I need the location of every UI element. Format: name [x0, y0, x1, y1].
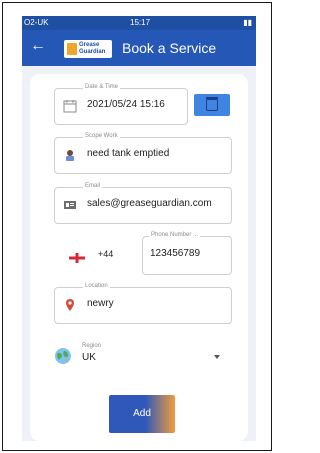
date-time-label: Date & Time: [83, 84, 121, 90]
phone-number-label: Phone Number ...: [149, 232, 201, 238]
app-bar: ← Grease Guardian Book a Service: [22, 30, 256, 66]
email-field[interactable]: Email sales@greaseguardian.com: [54, 183, 232, 224]
globe-icon: [54, 347, 72, 365]
phone-number-value: 123456789: [150, 248, 201, 259]
phone-country-code[interactable]: +44: [98, 249, 113, 259]
location-value: newry: [87, 298, 114, 309]
scope-work-value: need tank emptied: [87, 148, 170, 159]
region-select[interactable]: Region UK: [54, 343, 230, 373]
logo-line2: Guardian: [79, 49, 106, 55]
phone-number-field[interactable]: Phone Number ... 123456789: [142, 232, 232, 275]
chevron-down-icon: [214, 355, 220, 359]
date-time-value: 2021/05/24 15:16: [87, 99, 165, 110]
add-button[interactable]: Add: [109, 395, 175, 433]
region-value: UK: [82, 352, 96, 363]
scope-work-label: Scope Work: [83, 133, 120, 139]
status-bar: O2-UK 15:17 ▮▮: [22, 16, 256, 30]
email-label: Email: [83, 183, 103, 189]
location-field[interactable]: Location newry: [54, 283, 232, 324]
brand-logo: Grease Guardian: [64, 40, 112, 58]
date-time-field[interactable]: Date & Time 2021/05/24 15:16: [54, 84, 188, 125]
location-pin-icon: [66, 299, 74, 311]
logo-mark-icon: [67, 43, 77, 55]
page-title: Book a Service: [122, 40, 217, 56]
calendar-add-icon: [206, 97, 218, 111]
email-value: sales@greaseguardian.com: [87, 198, 212, 209]
logo-text: Grease Guardian: [79, 42, 105, 56]
back-icon[interactable]: ←: [30, 38, 46, 54]
clock-text: 15:17: [130, 18, 151, 27]
location-label: Location: [83, 283, 110, 289]
calendar-picker-button[interactable]: [194, 94, 230, 116]
battery-icon: ▮▮: [243, 18, 252, 27]
logo-line1: Grease: [79, 42, 100, 48]
region-label: Region: [82, 343, 102, 349]
uk-flag-icon: [69, 250, 85, 263]
worker-icon: [66, 150, 74, 161]
id-card-icon: [64, 201, 76, 209]
calendar-icon: [63, 100, 77, 113]
carrier-text: O2-UK: [24, 18, 49, 27]
scope-work-field[interactable]: Scope Work need tank emptied: [54, 133, 232, 174]
